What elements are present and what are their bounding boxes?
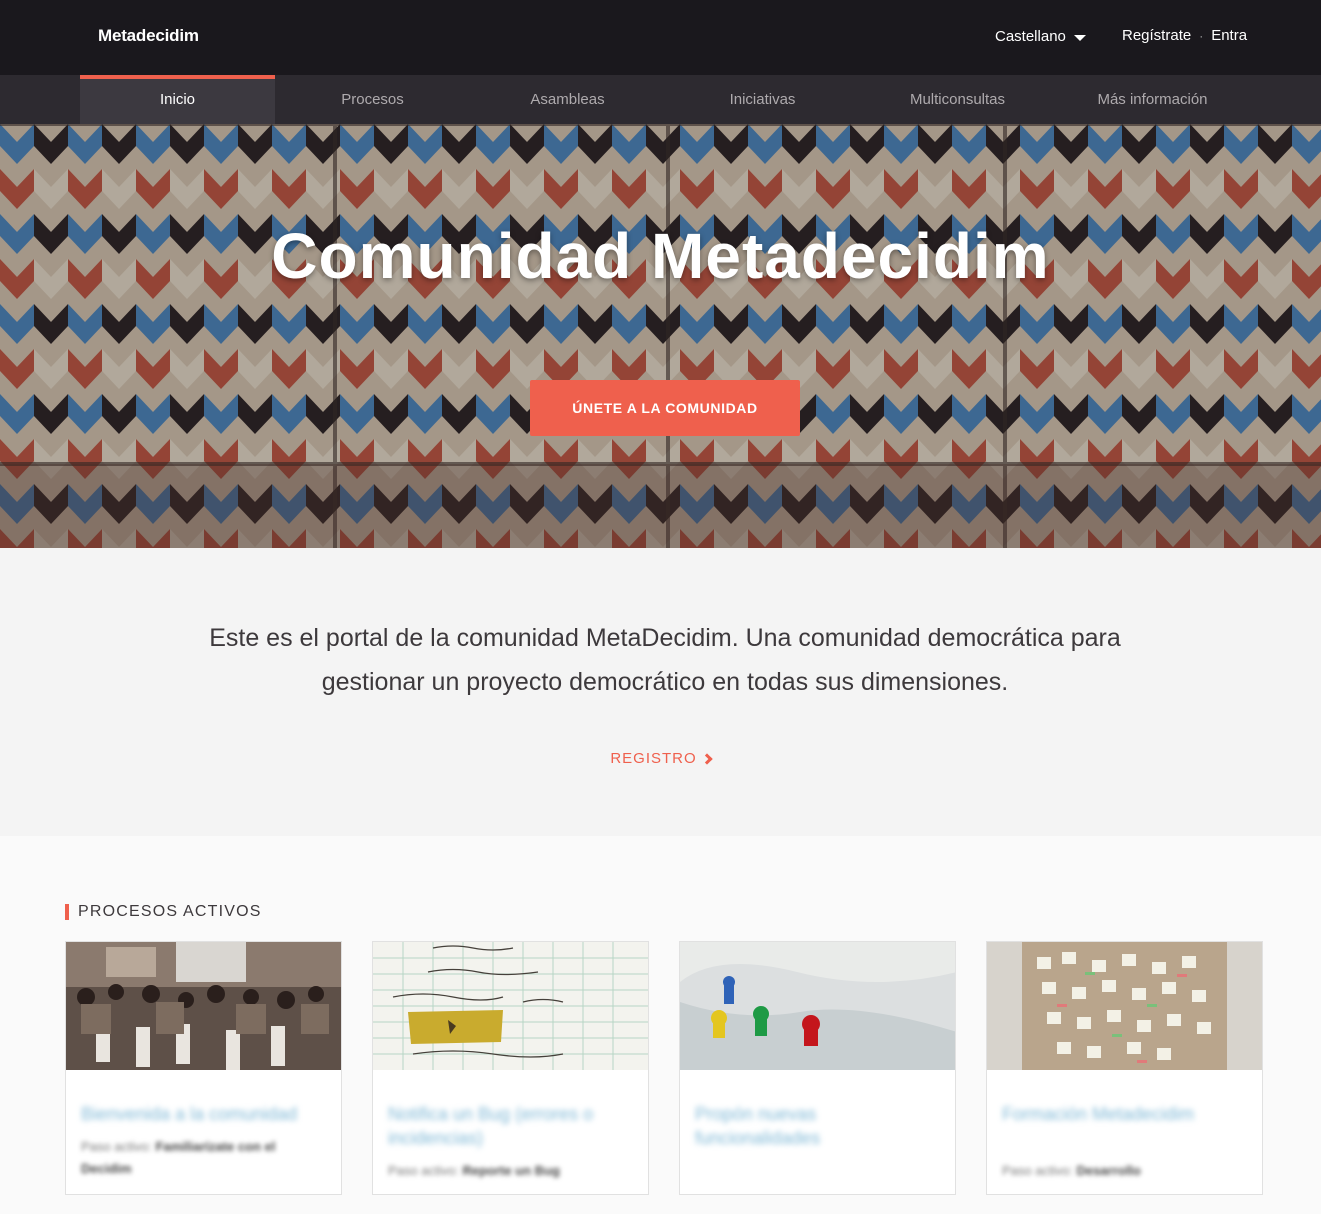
process-card[interactable]: Bienvenida a la comunidad Paso activo: F… xyxy=(65,941,342,1195)
main-nav: Inicio Procesos Asambleas Iniciativas Mu… xyxy=(0,75,1321,124)
auth-separator: · xyxy=(1199,28,1204,43)
top-bar: Metadecidim Castellano Regístrate · Entr… xyxy=(0,0,1321,75)
login-link[interactable]: Entra xyxy=(1211,27,1247,44)
process-card-meta: Paso activo: Desarrollo xyxy=(1002,1160,1247,1182)
language-label: Castellano xyxy=(995,28,1066,45)
process-card-image xyxy=(66,942,341,1070)
nav-item-iniciativas[interactable]: Iniciativas xyxy=(665,75,860,124)
process-card-image xyxy=(373,942,648,1070)
process-card-title[interactable]: Propón nuevas funcionalidades xyxy=(695,1102,940,1150)
process-card-meta-value: Reporte un Bug xyxy=(462,1163,560,1178)
language-selector[interactable]: Castellano xyxy=(995,28,1086,45)
caret-down-icon xyxy=(1073,34,1086,41)
nav-item-inicio[interactable]: Inicio xyxy=(80,75,275,124)
process-card[interactable]: Propón nuevas funcionalidades xyxy=(679,941,956,1195)
process-card-meta-value: Desarrollo xyxy=(1076,1163,1141,1178)
nav-item-multiconsultas[interactable]: Multiconsultas xyxy=(860,75,1055,124)
register-link[interactable]: Regístrate xyxy=(1122,27,1191,44)
auth-links: Regístrate · Entra xyxy=(1122,27,1247,44)
process-card-meta-prefix: Paso activo: xyxy=(388,1163,459,1178)
process-card-title[interactable]: Formación Metadecidim xyxy=(1002,1102,1247,1126)
process-card-image xyxy=(680,942,955,1070)
process-card-meta-prefix: Paso activo: xyxy=(1002,1163,1073,1178)
nav-item-procesos[interactable]: Procesos xyxy=(275,75,470,124)
process-card-title[interactable]: Notifica un Bug (errores o incidencias) xyxy=(388,1102,633,1150)
process-card-meta-prefix: Paso activo: xyxy=(81,1139,152,1154)
process-card-meta: Paso activo: Reporte un Bug xyxy=(388,1160,633,1182)
chevron-right-icon xyxy=(701,752,713,765)
nav-item-asambleas[interactable]: Asambleas xyxy=(470,75,665,124)
section-title: PROCESOS ACTIVOS xyxy=(65,904,262,920)
register-cta-label: REGISTRO xyxy=(610,750,697,767)
process-card-meta: Paso activo: Familiarízate con el Decidi… xyxy=(81,1136,326,1180)
process-card[interactable]: Notifica un Bug (errores o incidencias) … xyxy=(372,941,649,1195)
register-cta-link[interactable]: REGISTRO xyxy=(0,750,1321,767)
nav-item-mas-informacion[interactable]: Más información xyxy=(1055,75,1250,124)
intro-section: Este es el portal de la comunidad MetaDe… xyxy=(0,548,1321,836)
process-card-title[interactable]: Bienvenida a la comunidad xyxy=(81,1102,326,1126)
process-card[interactable]: Formación Metadecidim Paso activo: Desar… xyxy=(986,941,1263,1195)
process-card-image xyxy=(987,942,1262,1070)
join-community-button[interactable]: ÚNETE A LA COMUNIDAD xyxy=(530,380,800,436)
site-logo[interactable]: Metadecidim xyxy=(98,26,199,46)
hero-banner: Comunidad Metadecidim ÚNETE A LA COMUNID… xyxy=(0,124,1321,548)
active-processes-section: PROCESOS ACTIVOS Bienvenida a la comunid… xyxy=(0,836,1321,1214)
hero-overlay xyxy=(0,124,1321,548)
hero-title: Comunidad Metadecidim xyxy=(271,220,1050,292)
intro-description: Este es el portal de la comunidad MetaDe… xyxy=(209,624,1121,696)
